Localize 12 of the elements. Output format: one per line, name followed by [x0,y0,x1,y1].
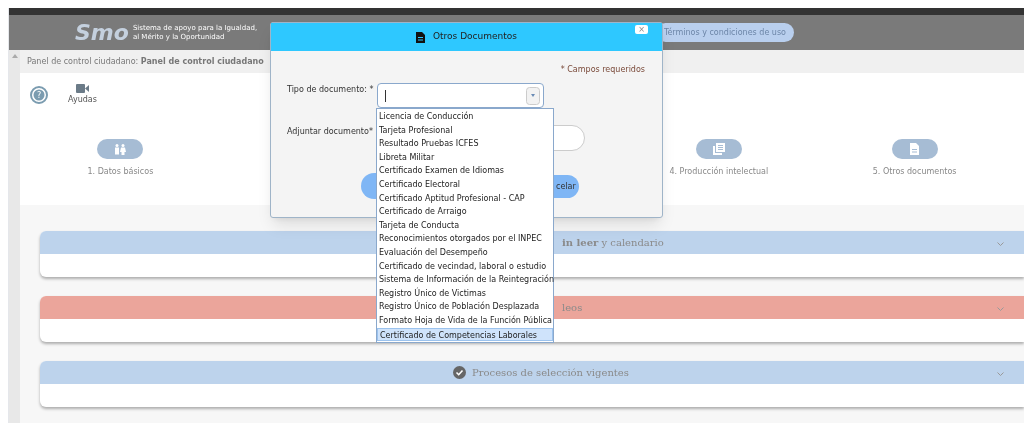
modal-title: Otros Documentos [433,30,517,44]
step-label: 5. Otros documentos [872,166,957,178]
field-label: Adjuntar documento* [287,126,373,138]
panel-title: in leer y calendario [562,236,664,250]
panel-title: leos [562,301,583,315]
logo-text: Smo [75,21,129,44]
breadcrumb: Panel de control ciudadano: Panel de control ciudadano [27,55,264,68]
panel-title: Procesos de selección vigentes [472,366,629,380]
field-label: Tipo de documento: * [287,84,374,96]
step-label: 4. Producción intelectual [669,166,769,178]
required-note: * Campos requeridos [560,64,645,76]
step-label: 1. Datos básicos [87,166,154,178]
